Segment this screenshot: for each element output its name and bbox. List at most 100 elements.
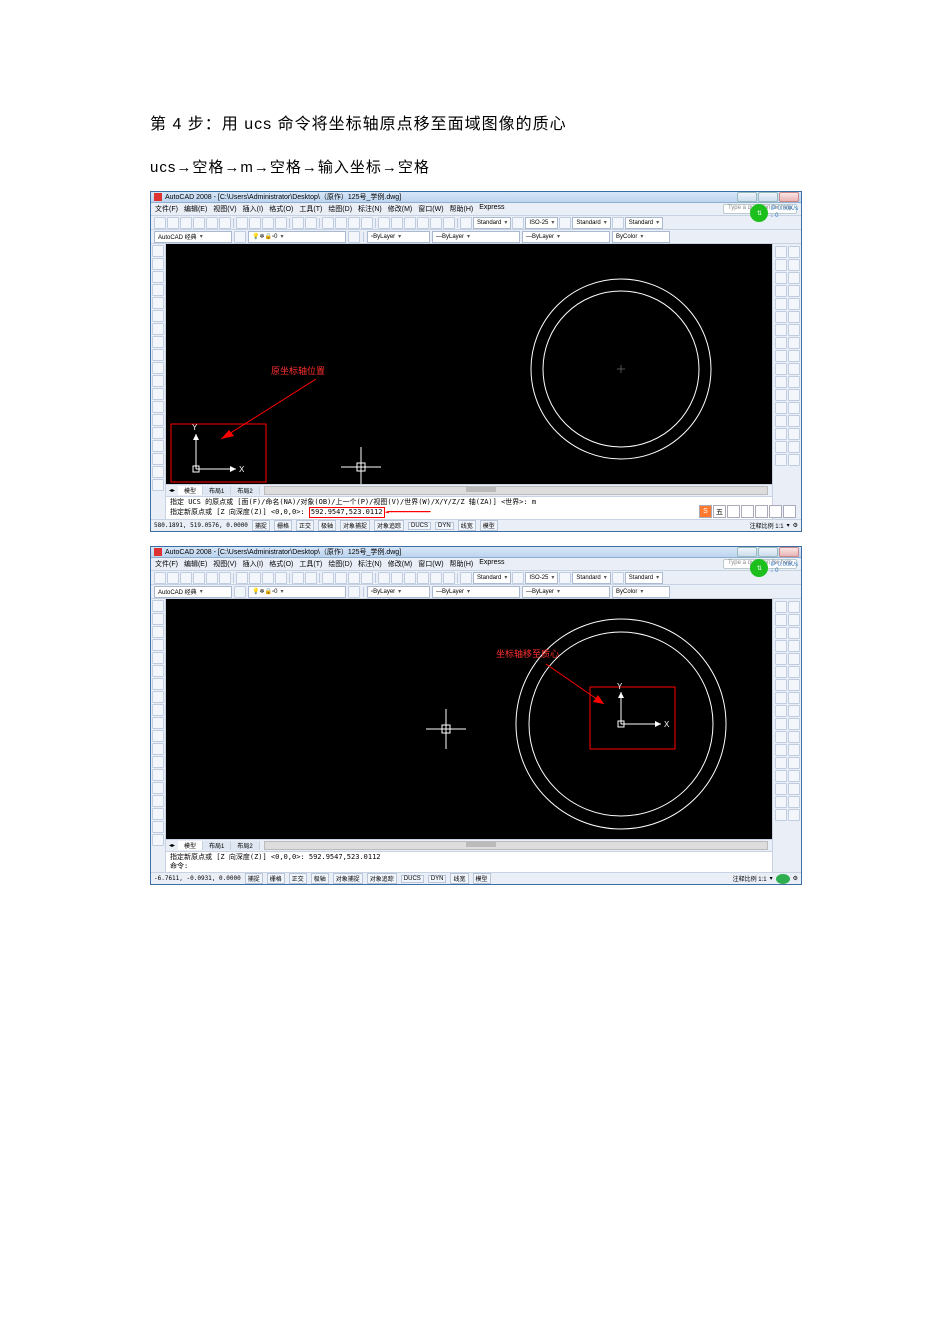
center-mark-icon[interactable] xyxy=(788,783,800,795)
arc-icon[interactable] xyxy=(152,310,164,322)
drawing-canvas[interactable]: X Y 坐标轴移至质心 xyxy=(166,599,772,839)
ime-menu-icon[interactable] xyxy=(783,505,796,518)
circle-icon[interactable] xyxy=(152,678,164,690)
sheet-set-icon[interactable] xyxy=(417,217,429,229)
pan-icon[interactable] xyxy=(322,217,334,229)
explode-icon[interactable] xyxy=(775,454,787,466)
trim-icon[interactable] xyxy=(775,363,787,375)
revcloud-icon[interactable] xyxy=(152,336,164,348)
menu-help[interactable]: 帮助(H) xyxy=(450,204,474,214)
copy-obj-icon[interactable] xyxy=(775,614,787,626)
command-window[interactable]: 指定新原点或 [Z 向深度(Z)] <0,0,0>: 592.9547,523.… xyxy=(166,851,772,872)
table-icon[interactable] xyxy=(612,572,624,584)
menu-file[interactable]: 文件(F) xyxy=(155,559,178,569)
ime-softkb-icon[interactable] xyxy=(741,505,754,518)
rotate-icon[interactable] xyxy=(775,324,787,336)
ellipse-icon[interactable] xyxy=(152,362,164,374)
dim-arc-icon[interactable] xyxy=(788,627,800,639)
chamfer-icon[interactable] xyxy=(775,428,787,440)
insert-block-icon[interactable] xyxy=(152,743,164,755)
revcloud-icon[interactable] xyxy=(152,691,164,703)
zoom-window-icon[interactable] xyxy=(348,572,360,584)
move-icon[interactable] xyxy=(775,311,787,323)
undo-icon[interactable] xyxy=(292,572,304,584)
erase-icon[interactable] xyxy=(775,601,787,613)
print-preview-icon[interactable] xyxy=(206,572,218,584)
menu-help[interactable]: 帮助(H) xyxy=(450,559,474,569)
circle-icon[interactable] xyxy=(152,323,164,335)
menu-express[interactable]: Express xyxy=(479,559,504,569)
layout1-tab[interactable]: 布局1 xyxy=(203,486,231,495)
close-button[interactable] xyxy=(779,192,799,202)
dim-continue-icon[interactable] xyxy=(788,731,800,743)
ellipse-icon[interactable] xyxy=(152,717,164,729)
point-icon[interactable] xyxy=(152,414,164,426)
dim-aligned-icon[interactable] xyxy=(788,614,800,626)
ime-mode-icon[interactable]: 五 xyxy=(713,505,726,518)
text-a-icon[interactable] xyxy=(460,217,472,229)
publish-icon[interactable] xyxy=(219,572,231,584)
dim-break-icon[interactable] xyxy=(788,757,800,769)
break-icon[interactable] xyxy=(775,402,787,414)
print-icon[interactable] xyxy=(193,217,205,229)
menu-modify[interactable]: 修改(M) xyxy=(388,204,413,214)
linetype-combo[interactable]: — ByLayer▾ xyxy=(432,586,520,598)
maximize-button[interactable] xyxy=(758,192,778,202)
zoom-previous-icon[interactable] xyxy=(361,217,373,229)
dim-baseline-icon[interactable] xyxy=(788,363,800,375)
spline-icon[interactable] xyxy=(152,704,164,716)
lineweight-combo[interactable]: — ByLayer▾ xyxy=(522,231,610,243)
region-icon[interactable] xyxy=(152,453,164,465)
gradient-icon[interactable] xyxy=(152,795,164,807)
dim-radius-icon[interactable] xyxy=(788,298,800,310)
region-icon[interactable] xyxy=(152,808,164,820)
model-toggle[interactable]: 模型 xyxy=(473,873,491,884)
sheet-set-icon[interactable] xyxy=(417,572,429,584)
polyline-icon[interactable] xyxy=(152,271,164,283)
table-style-combo[interactable]: Standard▾ xyxy=(625,572,663,584)
dimstyle-icon[interactable] xyxy=(559,217,571,229)
model-tab[interactable]: 模型 xyxy=(178,486,203,495)
model-tab[interactable]: 模型 xyxy=(178,841,203,850)
layer-name-combo[interactable]: 💡❄🔒▫ 0▾ xyxy=(248,586,346,598)
color-combo[interactable]: ▫ ByLayer▾ xyxy=(367,231,430,243)
otrack-toggle[interactable]: 对象追踪 xyxy=(374,520,404,531)
dim-arc-icon[interactable] xyxy=(788,272,800,284)
zoom-previous-icon[interactable] xyxy=(361,572,373,584)
tolerance-icon[interactable] xyxy=(788,415,800,427)
line-icon[interactable] xyxy=(152,600,164,612)
menu-edit[interactable]: 编辑(E) xyxy=(184,559,207,569)
dim-jogged-icon[interactable] xyxy=(788,666,800,678)
table-icon[interactable] xyxy=(612,217,624,229)
plot-style-combo[interactable]: ByColor▾ xyxy=(612,231,670,243)
tray-icon[interactable]: ⚙ xyxy=(793,875,798,882)
arc-icon[interactable] xyxy=(152,665,164,677)
zoom-realtime-icon[interactable] xyxy=(335,217,347,229)
point-icon[interactable] xyxy=(152,769,164,781)
otrack-toggle[interactable]: 对象追踪 xyxy=(367,873,397,884)
offset-icon[interactable] xyxy=(775,640,787,652)
ellipse-arc-icon[interactable] xyxy=(152,730,164,742)
dim-scale-combo[interactable]: ISO-25▾ xyxy=(525,217,558,229)
rotate-icon[interactable] xyxy=(775,679,787,691)
snap-toggle[interactable]: 捕捉 xyxy=(252,520,270,531)
command-window[interactable]: 指定 UCS 的原点或 [面(F)/命名(NA)/对象(OB)/上一个(P)/视… xyxy=(166,496,772,519)
layout1-tab[interactable]: 布局1 xyxy=(203,841,231,850)
undo-icon[interactable] xyxy=(292,217,304,229)
dim-diameter-icon[interactable] xyxy=(788,679,800,691)
markup-icon[interactable] xyxy=(430,572,442,584)
publish-icon[interactable] xyxy=(219,217,231,229)
move-icon[interactable] xyxy=(775,666,787,678)
dim-ordinate-icon[interactable] xyxy=(788,640,800,652)
menu-draw[interactable]: 绘图(D) xyxy=(328,559,352,569)
text-a-icon[interactable] xyxy=(460,572,472,584)
explode-icon[interactable] xyxy=(775,809,787,821)
dim-space-icon[interactable] xyxy=(788,744,800,756)
redo-icon[interactable] xyxy=(305,217,317,229)
dim-edit-icon[interactable] xyxy=(788,796,800,808)
table-draw-icon[interactable] xyxy=(152,821,164,833)
stretch-icon[interactable] xyxy=(775,350,787,362)
make-block-icon[interactable] xyxy=(152,756,164,768)
rectangle-icon[interactable] xyxy=(152,652,164,664)
layer-name-combo[interactable]: 💡❄🔒▫ 0▾ xyxy=(248,231,346,243)
